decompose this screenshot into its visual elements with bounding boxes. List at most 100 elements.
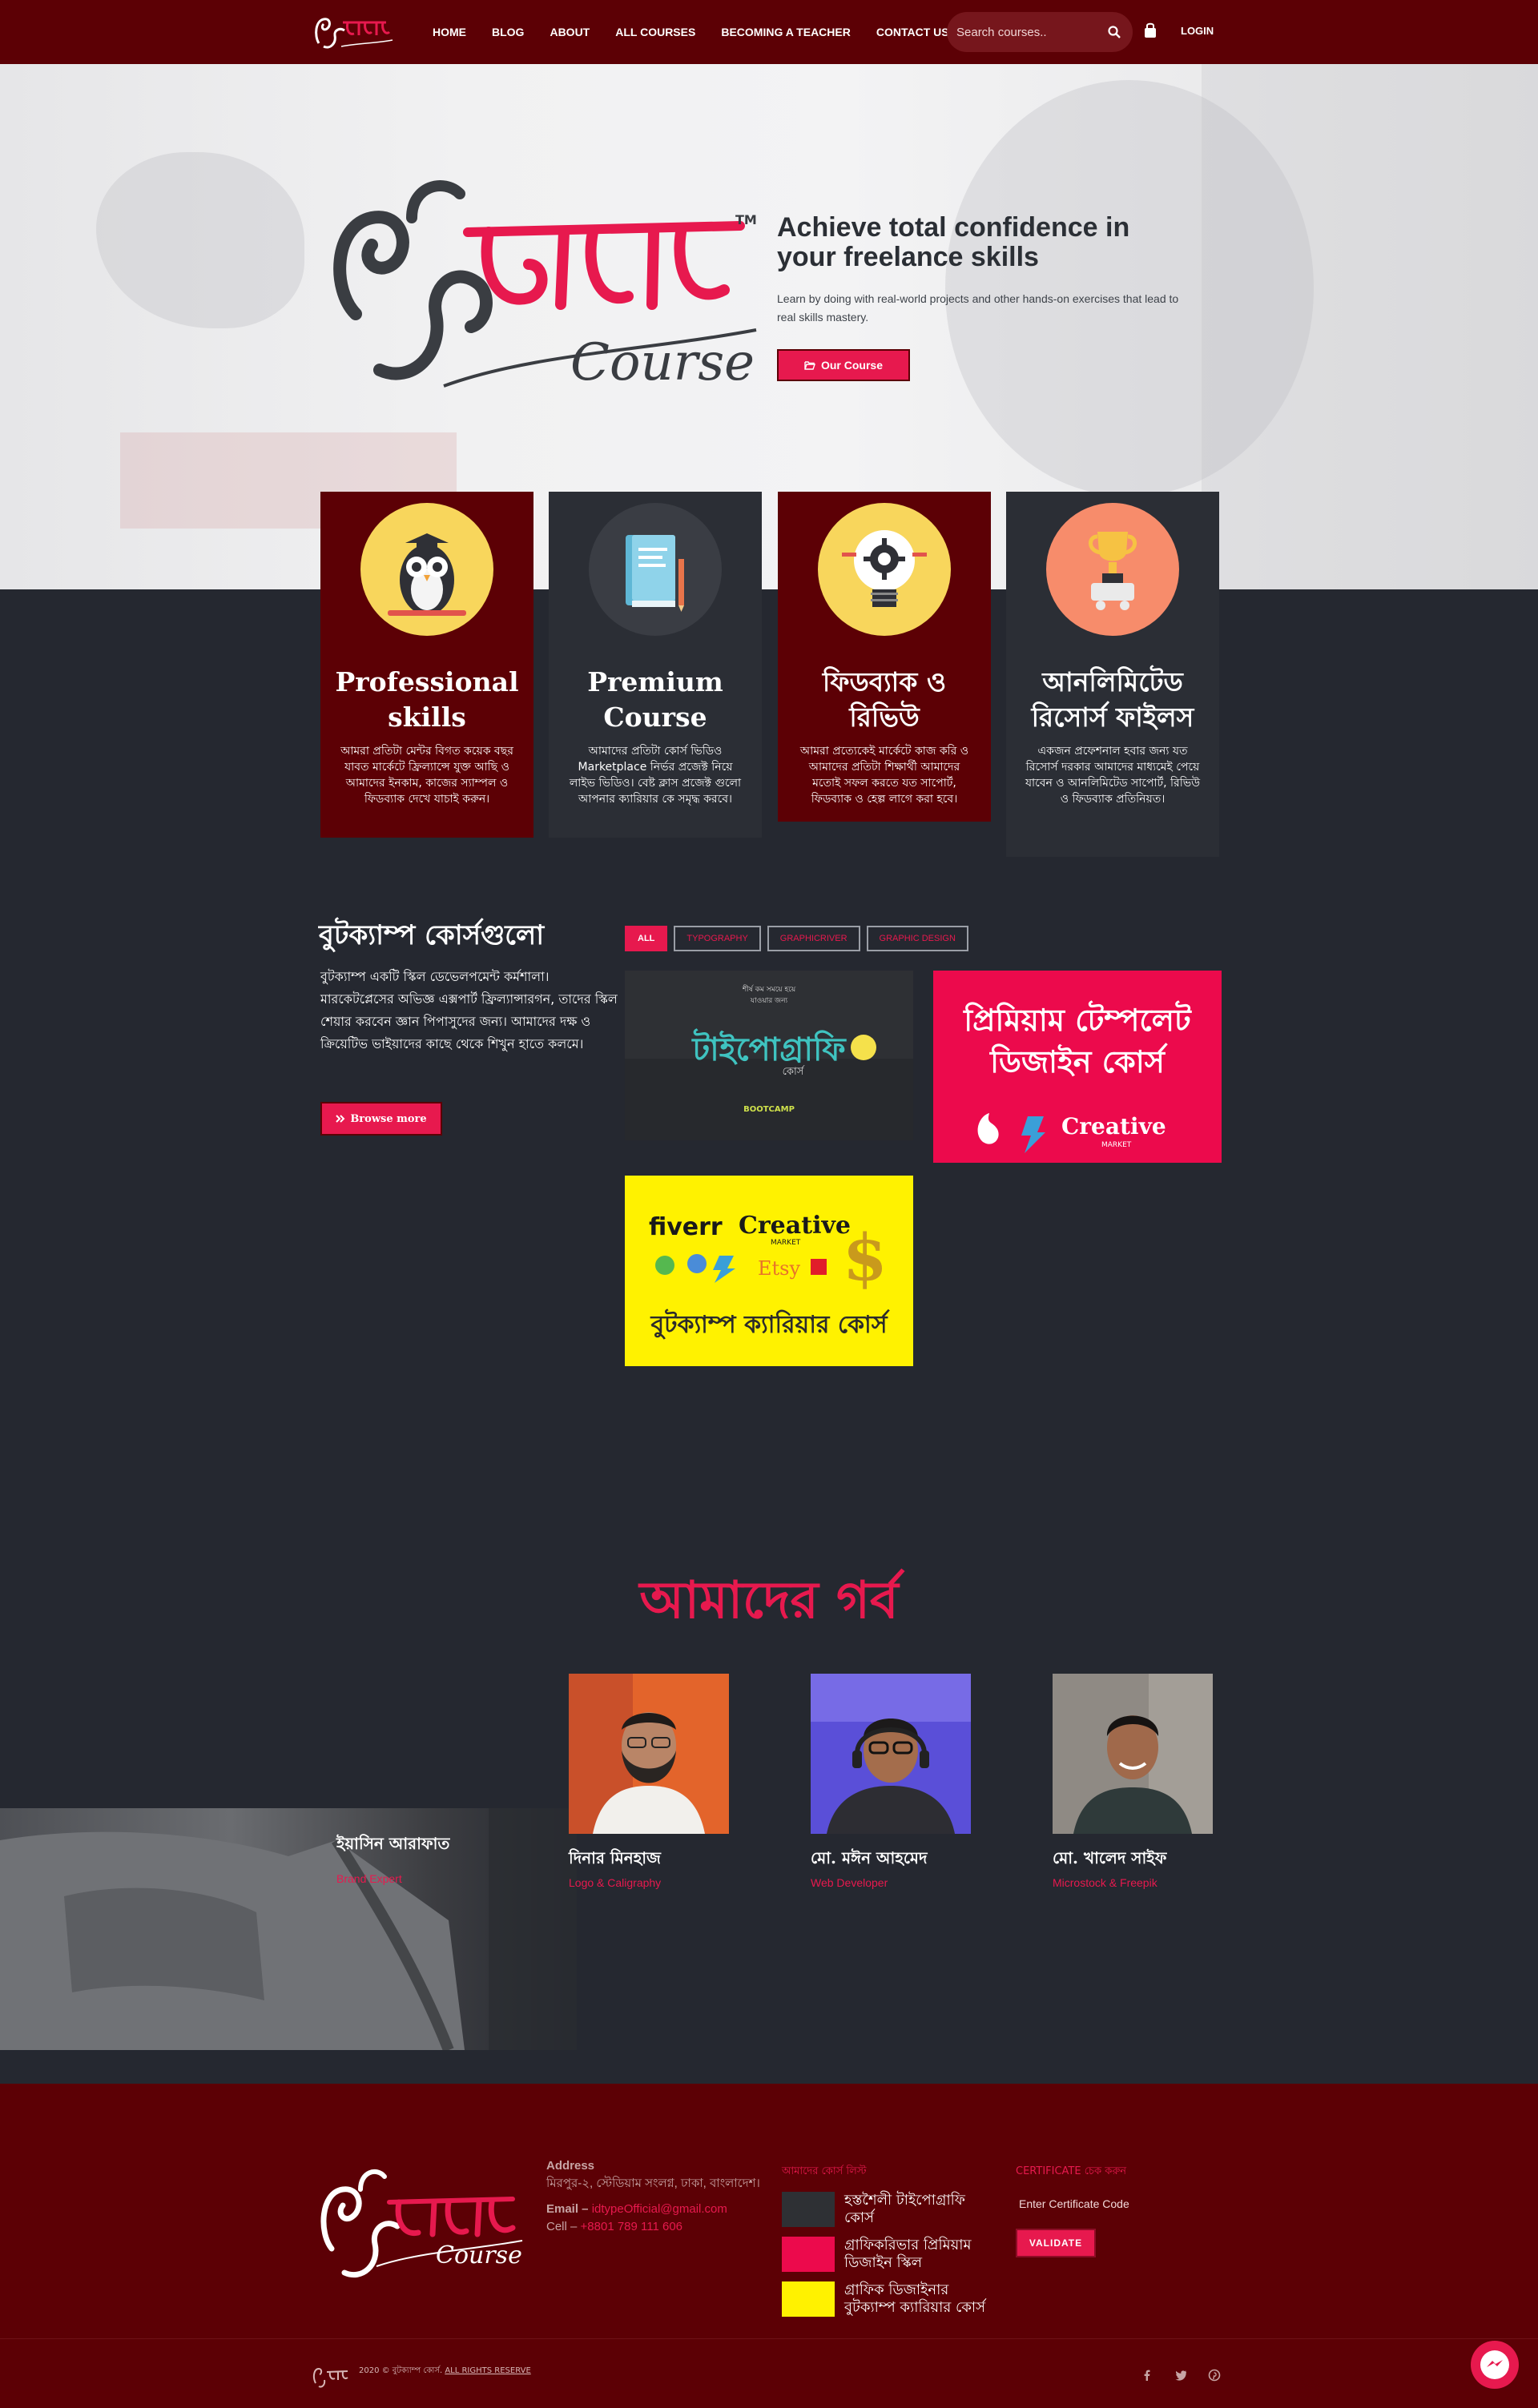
footer-logo-word: Course — [436, 2241, 522, 2269]
top-navbar: HOME BLOG ABOUT ALL COURSES BECOMING A T… — [0, 0, 1538, 64]
owl-icon — [360, 503, 493, 636]
cell-label: Cell – — [546, 2220, 578, 2233]
copyright-text: 2020 © বুটক্যাম্প কোর্স. ALL RIGHTS RESE… — [359, 2366, 535, 2377]
team-member-card: মো. মঈন আহমেদ Web Developer — [811, 1674, 971, 1889]
footer-course-item[interactable]: গ্রাফিক ডিজাইনার বুটক্যাম্প ক্যারিয়ার ক… — [782, 2281, 998, 2317]
cell-link[interactable]: +8801 789 111 606 — [581, 2220, 683, 2233]
member-photo — [811, 1674, 971, 1834]
footer-small-logo-icon — [312, 2367, 348, 2388]
tile1-topline-2: যাওয়ার জন্য — [750, 997, 788, 1005]
book-icon — [589, 503, 722, 636]
footer-course-item[interactable]: হস্তশৈলী টাইপোগ্রাফি কোর্স — [782, 2192, 998, 2227]
copyright-link[interactable]: ALL RIGHTS RESERVE — [445, 2366, 530, 2375]
feature-title: Professional skills — [335, 666, 519, 733]
tile2-brand-sub: MARKET — [1101, 1141, 1132, 1149]
featured-member-photo — [0, 1808, 577, 2050]
feature-card-premium-course: Premium Course আমাদের প্রতিটা কোর্স ভিডি… — [549, 492, 762, 838]
course-filter-tabs: ALL TYPOGRAPHY GRAPHICRIVER GRAPHIC DESI… — [625, 926, 968, 951]
member-photo — [1053, 1674, 1213, 1834]
tile1-title: টাইপোগ্রাফি — [690, 1028, 847, 1068]
filter-graphic-design[interactable]: GRAPHIC DESIGN — [866, 926, 968, 951]
feature-text: আমাদের প্রতিটা কোর্স ভিডিও Marketplace ন… — [569, 745, 742, 806]
tile3-etsy: Etsy — [758, 1257, 800, 1280]
feature-card-professional-skills: Professional skills আমরা প্রতিটা মেন্টর … — [320, 492, 533, 838]
dollar-sign-icon: $ — [843, 1220, 888, 1295]
member-role: Microstock & Freepik — [1053, 1876, 1158, 1889]
nav-about[interactable]: ABOUT — [550, 26, 590, 38]
search-icon[interactable] — [1107, 25, 1121, 39]
cart-bag-icon[interactable] — [1142, 22, 1158, 39]
browse-more-button[interactable]: Browse more — [320, 1102, 442, 1136]
footer-divider — [0, 2338, 1538, 2339]
pinterest-icon[interactable] — [1208, 2369, 1221, 2382]
folder-open-icon — [804, 361, 815, 370]
filter-typography[interactable]: TYPOGRAPHY — [674, 926, 761, 951]
footer: Course Address মিরপুর-২, স্টেডিয়াম সংলগ… — [0, 2084, 1538, 2408]
tile2-title: প্রিমিয়াম টেম্পলেট ডিজাইন কোর্স — [964, 1002, 1191, 1079]
tile1-topline-1: শীর্ষ কম সময়ে হয়ে — [742, 984, 796, 994]
bootcamp-logo-icon[interactable] — [312, 11, 396, 53]
email-label: Email – — [546, 2202, 589, 2216]
certificate-code-input[interactable] — [1016, 2190, 1184, 2217]
feature-title: Premium Course — [587, 666, 723, 733]
feature-title: আনলিমিটেড রিসোর্স ফাইলস — [1031, 666, 1194, 733]
course-list-title: আমাদের কোর্স লিস্ট — [782, 2165, 867, 2177]
email-link[interactable]: idtypeOfficial@gmail.com — [592, 2202, 727, 2216]
footer-course-item[interactable]: গ্রাফিকরিভার প্রিমিয়াম ডিজাইন স্কিল — [782, 2237, 998, 2272]
search-box — [947, 12, 1133, 52]
hero-background-person — [945, 80, 1314, 496]
member-name: দিনার মিনহাজ — [569, 1848, 661, 1867]
nav-blog[interactable]: BLOG — [492, 26, 524, 38]
member-role: Web Developer — [811, 1876, 888, 1889]
team-member-card: মো. খালেদ সাইফ Microstock & Freepik — [1053, 1674, 1213, 1889]
messenger-chat-button[interactable] — [1471, 2341, 1519, 2389]
idea-gear-icon — [818, 503, 951, 636]
feature-text: আমরা প্রত্যেকেই মার্কেটে কাজ করি ও আমাদে… — [799, 745, 969, 806]
our-course-button-label: Our Course — [820, 359, 883, 372]
login-link[interactable]: LOGIN — [1181, 25, 1214, 37]
hero-section: Course TM Achieve total confidence in yo… — [0, 64, 1538, 589]
our-course-button[interactable]: Our Course — [777, 349, 910, 381]
filter-graphicriver[interactable]: GRAPHICRIVER — [767, 926, 860, 951]
logo-word-course: Course — [570, 333, 755, 392]
nav-contact-us[interactable]: CONTACT US — [876, 26, 949, 38]
social-links — [1141, 2369, 1221, 2382]
facebook-icon[interactable] — [1141, 2369, 1154, 2382]
bootcamp-course-logo-icon: Course TM — [333, 180, 757, 392]
nav-home[interactable]: HOME — [433, 26, 466, 38]
footer-logo-icon[interactable]: Course — [316, 2161, 525, 2281]
nav-becoming-teacher[interactable]: BECOMING A TEACHER — [721, 26, 851, 38]
feature-text: একজন প্রফেশনাল হবার জন্য যত রিসোর্স দরকা… — [1025, 745, 1201, 806]
feature-title: ফিডব্যাক ও রিভিউ — [822, 666, 947, 733]
pride-heading: আমাদের গর্ব — [639, 1570, 899, 1630]
feature-text: আমরা প্রতিটা মেন্টর বিগত কয়েক বছর যাবত … — [340, 745, 513, 806]
tile2-brand: Creative — [1061, 1113, 1166, 1140]
logo-trademark: TM — [735, 212, 757, 227]
featured-member-name: ইয়াসিন আরাফাত — [336, 1834, 450, 1853]
tile3-fiverr: fiverr — [649, 1213, 723, 1241]
hero-subtext: Learn by doing with real-world projects … — [777, 292, 1179, 324]
twitter-icon[interactable] — [1174, 2369, 1187, 2382]
filter-all[interactable]: ALL — [625, 926, 668, 951]
course-thumbnail — [782, 2281, 835, 2317]
course-tile-premium-template[interactable]: প্রিমিয়াম টেম্পলেট ডিজাইন কোর্স Creativ… — [933, 971, 1222, 1163]
member-role: Logo & Caligraphy — [569, 1876, 662, 1889]
member-name: মো. মঈন আহমেদ — [811, 1848, 928, 1867]
tile3-market: MARKET — [771, 1239, 801, 1247]
feature-card-feedback-review: ফিডব্যাক ও রিভিউ আমরা প্রত্যেকেই মার্কেট… — [778, 492, 991, 822]
double-chevron-right-icon — [336, 1115, 345, 1123]
course-thumbnail — [782, 2192, 835, 2227]
course-tile-typography[interactable]: শীর্ষ কম সময়ে হয়ে যাওয়ার জন্য টাইপোগ্… — [625, 971, 913, 1140]
course-item-label: হস্তশৈলী টাইপোগ্রাফি কোর্স — [844, 2192, 965, 2226]
course-tile-career[interactable]: fiverr Creative MARKET Etsy $ বুটক্যাম্প… — [625, 1176, 913, 1366]
search-input[interactable] — [956, 22, 1101, 42]
nav-all-courses[interactable]: ALL COURSES — [615, 26, 695, 38]
certificate-check: CERTIFICATE চেক করুন VALIDATE — [1016, 2164, 1208, 2257]
footer-course-list: আমাদের কোর্স লিস্ট হস্তশৈলী টাইপোগ্রাফি … — [782, 2164, 998, 2326]
address-label: Address — [546, 2159, 595, 2173]
validate-button[interactable]: VALIDATE — [1016, 2229, 1096, 2257]
trophy-icon — [1046, 503, 1179, 636]
tile3-creative: Creative — [739, 1212, 851, 1240]
address-text: মিরপুর-২, স্টেডিয়াম সংলগ্ন, ঢাকা, বাংলা… — [546, 2177, 760, 2190]
course-item-label: গ্রাফিকরিভার প্রিমিয়াম ডিজাইন স্কিল — [844, 2237, 972, 2271]
